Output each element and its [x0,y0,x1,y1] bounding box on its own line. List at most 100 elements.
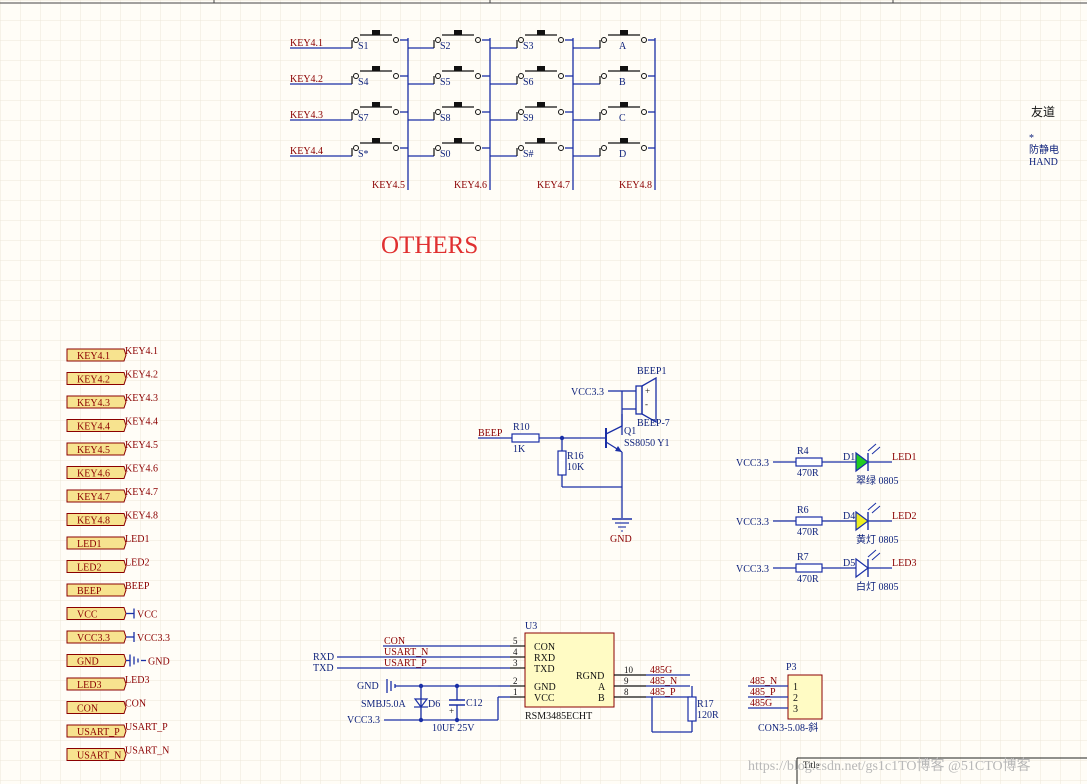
r17-ref: R17 [697,699,714,710]
port-entry: VCC VCC [66,607,158,621]
ic-pin-number: 1 [513,687,518,697]
keypad-switch-label: S# [523,149,534,160]
ic-pin-name: A [598,682,606,693]
side-note-star: * [1029,133,1034,144]
port-label: KEY4.5 [77,445,110,456]
keypad-switch-label: S7 [358,113,369,124]
port-label: KEY4.6 [77,469,110,480]
led-net-label: LED3 [892,558,916,569]
keypad-col-label: KEY4.8 [619,180,652,191]
port-net-label: KEY4.7 [125,487,158,498]
connector-pin-number: 3 [793,704,798,715]
ic-pin-name: CON [534,642,555,653]
tvs-ref: D6 [428,699,440,710]
port-label: USART_P [77,727,120,738]
port-label: BEEP [77,586,102,597]
side-note-hand: HAND [1029,157,1058,168]
connector-net: 485_N [750,676,777,687]
rs485-vcc-label: VCC3.3 [347,715,380,726]
ic-pin-net: CON [384,636,405,647]
port-net-label: VCC3.3 [137,633,170,644]
conn-value: CON3-5.08-斜 [758,721,818,734]
side-note-title: 友道 [1031,105,1055,119]
keypad-col-label: KEY4.6 [454,180,487,191]
keypad-switch-label: S* [358,149,369,160]
led-resistor-value: 470R [797,468,819,479]
ic-pin-net: 485_N [650,676,677,687]
ic-pin-number: 2 [513,676,518,686]
led-diode-ref: D5 [843,558,855,569]
port-label: KEY4.8 [77,516,110,527]
side-note-esd: 防静电 [1029,143,1059,156]
port-label: LED2 [77,563,101,574]
port-net-label: BEEP [125,581,150,592]
port-net-label: LED1 [125,534,149,545]
port-label: CON [77,704,98,715]
led-resistor-ref: R4 [797,446,809,457]
port-label: VCC3.3 [77,633,110,644]
led-resistor [795,563,823,573]
led-net-label: LED2 [892,511,916,522]
keypad-switch-label: S0 [440,149,451,160]
ic-pin-name: B [598,693,605,704]
port-net-label: KEY4.3 [125,393,158,404]
conn-ref: P3 [786,662,797,673]
port-net-label: VCC [137,610,158,621]
port-label: USART_N [77,751,121,762]
led-resistor-ref: R6 [797,505,809,516]
keypad-switch-label: S4 [358,77,369,88]
resistor-r10 [511,433,540,443]
port-label: KEY4.3 [77,398,110,409]
cap-ref: C12 [466,698,483,709]
connector-pin-number: 2 [793,693,798,704]
rxd-label: RXD [313,652,334,663]
port-label: LED1 [77,539,101,550]
keypad-col-label: KEY4.7 [537,180,570,191]
buzzer-ref: BEEP1 [637,366,666,377]
port-net-label: KEY4.8 [125,511,158,522]
tvs-value: SMBJ5.0A [361,699,407,710]
led-vcc-label: VCC3.3 [736,458,769,469]
keypad-switch-label: S6 [523,77,534,88]
buzzer-plus: + [645,386,650,396]
led-vcc-label: VCC3.3 [736,517,769,528]
buzzer-minus: - [645,399,648,409]
keypad-switch-label: C [619,113,626,124]
led-resistor [795,516,823,526]
keypad-switch-label: D [619,149,626,160]
connector-net: 485G [750,698,772,709]
led-resistor-ref: R7 [797,552,809,563]
ic-value: RSM3485ECHT [525,711,592,722]
led-diode-value: 翠绿 0805 [856,474,899,487]
led-net-label: LED1 [892,452,916,463]
port-net-label: USART_P [125,722,168,733]
ic-pin-name: TXD [534,664,555,675]
led-diode-value: 白灯 0805 [856,580,899,593]
resistor-r16 [557,450,567,476]
port-label: KEY4.2 [77,375,110,386]
port-net-label: GND [148,657,170,668]
port-label: GND [77,657,99,668]
buzzer-value: BEEP-7 [637,418,670,429]
r10-ref: R10 [513,422,530,433]
connector-net: 485_P [750,687,776,698]
keypad-switch-label: A [619,41,627,52]
connector-pin-number: 1 [793,682,798,693]
beeper-gnd-label: GND [610,534,632,545]
ic-pin-number: 3 [513,658,518,668]
ic-pin-number: 10 [624,665,634,675]
ic-pin-name: RGND [576,671,604,682]
r16-value: 10K [567,462,585,473]
keypad-switch-label: S3 [523,41,534,52]
keypad-switch-label: B [619,77,626,88]
r10-value: 1K [513,444,526,455]
ic-pin-name: VCC [534,693,555,704]
port-label: KEY4.7 [77,492,110,503]
port-net-label: LED3 [125,675,149,686]
keypad-switch-label: S5 [440,77,451,88]
r17-value: 120R [697,710,719,721]
txd-label: TXD [313,663,334,674]
led-diode-ref: D4 [843,511,855,522]
keypad-col-label: KEY4.5 [372,180,405,191]
keypad-switch-label: S9 [523,113,534,124]
